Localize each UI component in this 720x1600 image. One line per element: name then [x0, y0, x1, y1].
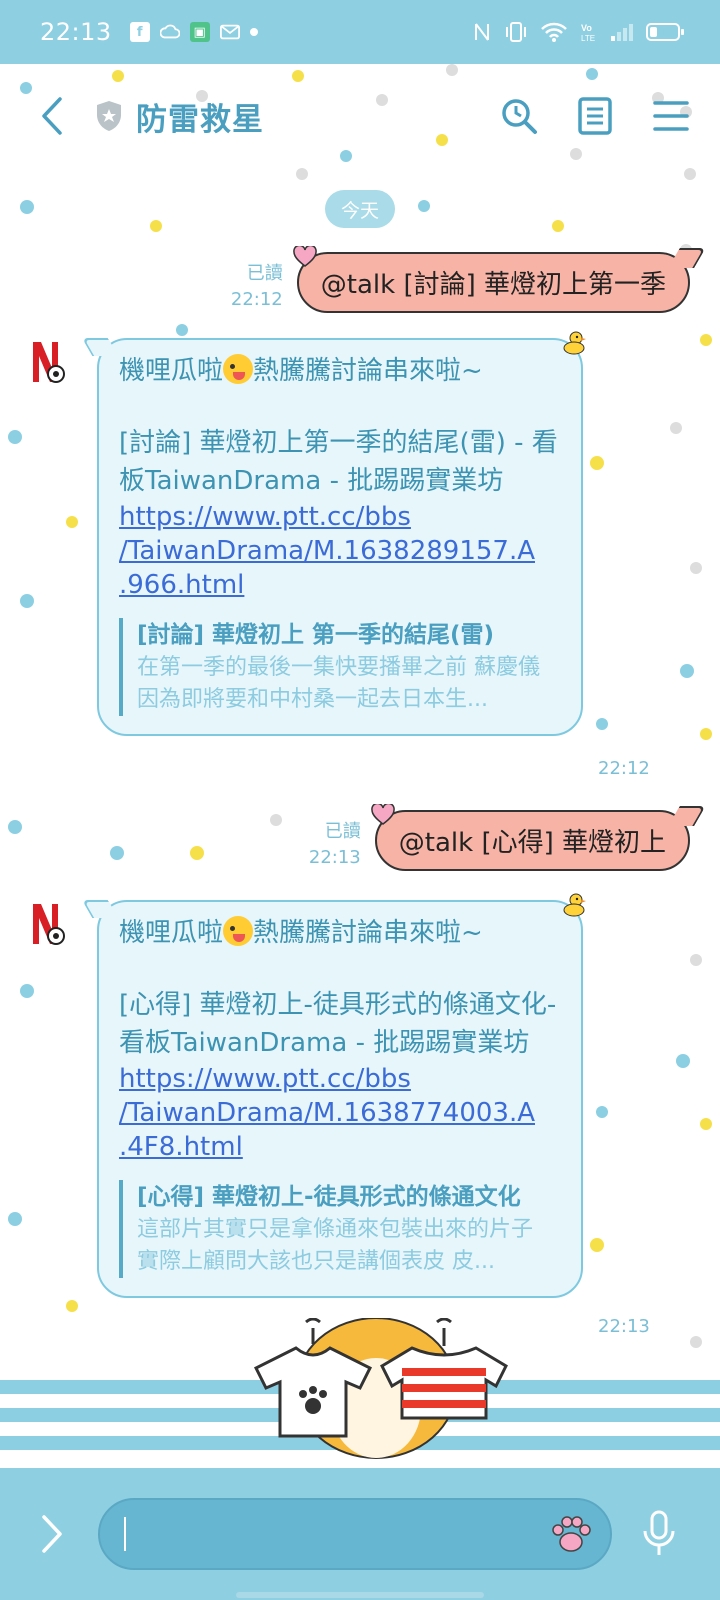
- link-preview-title: [討論] 華燈初上 第一季的結尾(雷): [137, 622, 495, 648]
- svg-text:LTE: LTE: [581, 34, 595, 43]
- expand-menu-button[interactable]: [24, 1506, 80, 1562]
- cloud-app-icon: [159, 22, 180, 42]
- search-button[interactable]: [494, 91, 544, 141]
- read-receipt: 已讀: [246, 263, 283, 284]
- message-time: 22:12: [230, 289, 283, 310]
- duck-icon: [563, 331, 586, 355]
- message-greeting: 機哩瓜啦 熱騰騰討論串來啦~: [119, 354, 483, 386]
- sim-app-icon: ▣: [189, 22, 210, 42]
- search-icon: [502, 99, 537, 134]
- duck-icon: [563, 893, 586, 917]
- message-greeting: 機哩瓜啦 熱騰騰討論串來啦~: [119, 916, 483, 948]
- wifi-icon: [541, 22, 567, 42]
- link-preview[interactable]: [討論] 華燈初上 第一季的結尾(雷) 在第一季的最後一集快要播畢之前 蘇慶儀因…: [119, 618, 561, 716]
- vibrate-icon: [506, 22, 526, 42]
- back-button[interactable]: [24, 88, 80, 144]
- message-link[interactable]: https://www.ptt.cc/bbs/TaiwanDrama/M.163…: [119, 1062, 561, 1164]
- outgoing-bubble[interactable]: @talk [討論] 華燈初上第一季: [293, 246, 706, 313]
- text-cursor: [124, 1517, 126, 1551]
- notification-icons: f ▣: [129, 22, 258, 42]
- link-preview-description: 這部片其實只是拿條通來包裝出來的片子 實際上顧問大該也只是講個表皮 皮...: [137, 1217, 534, 1274]
- date-divider: 今天: [325, 190, 395, 228]
- link-preview-title: [心得] 華燈初上-徒具形式的條通文化: [137, 1184, 521, 1210]
- zany-face-emoji-icon: [223, 916, 254, 946]
- message-time: 22:12: [598, 758, 650, 779]
- svg-text:Vo: Vo: [581, 23, 592, 33]
- message-text: @talk [心得] 華燈初上: [398, 828, 666, 858]
- chat-title: 防雷救星: [136, 101, 264, 138]
- outgoing-message: 已讀 22:13 @talk [心得] 華燈初上: [309, 804, 706, 871]
- message-time: 22:13: [308, 847, 361, 868]
- incoming-bubble[interactable]: 機哩瓜啦 熱騰騰討論串來啦~ [心得] 華燈初上-徒具形式的條通文化- 看板Tai…: [81, 893, 586, 1298]
- read-receipt: 已讀: [324, 821, 361, 842]
- message-meta: 已讀 22:12: [231, 261, 283, 313]
- chat-header: 防雷救星: [0, 64, 720, 168]
- voice-input-button[interactable]: [634, 1506, 684, 1562]
- zany-face-emoji-icon: [223, 354, 254, 384]
- battery-icon: [646, 23, 684, 41]
- link-preview[interactable]: [心得] 華燈初上-徒具形式的條通文化 這部片其實只是拿條通來包裝出來的片子 實…: [119, 1180, 561, 1278]
- mail-icon: [219, 22, 240, 42]
- volte-icon: VoLTE: [581, 23, 595, 43]
- message-link[interactable]: https://www.ptt.cc/bbs/TaiwanDrama/M.163…: [119, 500, 561, 602]
- chevron-left-icon: [42, 97, 62, 135]
- status-time: 22:13: [40, 18, 112, 46]
- home-indicator[interactable]: [236, 1592, 484, 1598]
- facebook-icon: f: [129, 22, 150, 42]
- shield-star-icon: [97, 101, 121, 131]
- message-text: [心得] 華燈初上-徒具形式的條通文化- 看板TaiwanDrama - 批踢踢…: [119, 990, 557, 1058]
- nfc-icon: [475, 23, 489, 41]
- chevron-right-icon: [42, 1515, 62, 1553]
- notes-button[interactable]: [570, 91, 620, 141]
- menu-button[interactable]: [646, 91, 696, 141]
- avatar[interactable]: [30, 338, 72, 388]
- incoming-bubble[interactable]: 機哩瓜啦 熱騰騰討論串來啦~ [討論] 華燈初上第一季的結尾(雷) - 看板Tai…: [81, 331, 586, 736]
- signal-icon: [611, 24, 633, 41]
- message-input-bar: [0, 1468, 720, 1600]
- message-text: @talk [討論] 華燈初上第一季: [320, 270, 666, 300]
- message-input[interactable]: [98, 1498, 612, 1570]
- outgoing-message: 已讀 22:12 @talk [討論] 華燈初上第一季: [231, 246, 706, 313]
- status-bar: 22:13 f ▣ Vo LTE: [0, 0, 720, 64]
- more-notifications-dot-icon: [249, 28, 258, 36]
- paw-sticker-icon[interactable]: [546, 1510, 596, 1560]
- heart-icon: [371, 804, 395, 825]
- message-text: [討論] 華燈初上第一季的結尾(雷) - 看板TaiwanDrama - 批踢踢…: [119, 428, 558, 496]
- system-status-icons: Vo LTE: [472, 21, 684, 43]
- message-time: 22:13: [598, 1316, 650, 1337]
- corgi-tshirts-illustration: [253, 1318, 508, 1459]
- heart-icon: [293, 246, 317, 267]
- outgoing-bubble[interactable]: @talk [心得] 華燈初上: [371, 804, 706, 871]
- microphone-icon: [643, 1510, 675, 1555]
- notes-icon: [578, 97, 612, 135]
- hamburger-menu-icon: [653, 101, 689, 131]
- message-meta: 已讀 22:13: [309, 819, 361, 871]
- link-preview-description: 在第一季的最後一集快要播畢之前 蘇慶儀因為即將要和中村桑一起去日本生...: [137, 655, 540, 712]
- avatar[interactable]: [30, 900, 72, 950]
